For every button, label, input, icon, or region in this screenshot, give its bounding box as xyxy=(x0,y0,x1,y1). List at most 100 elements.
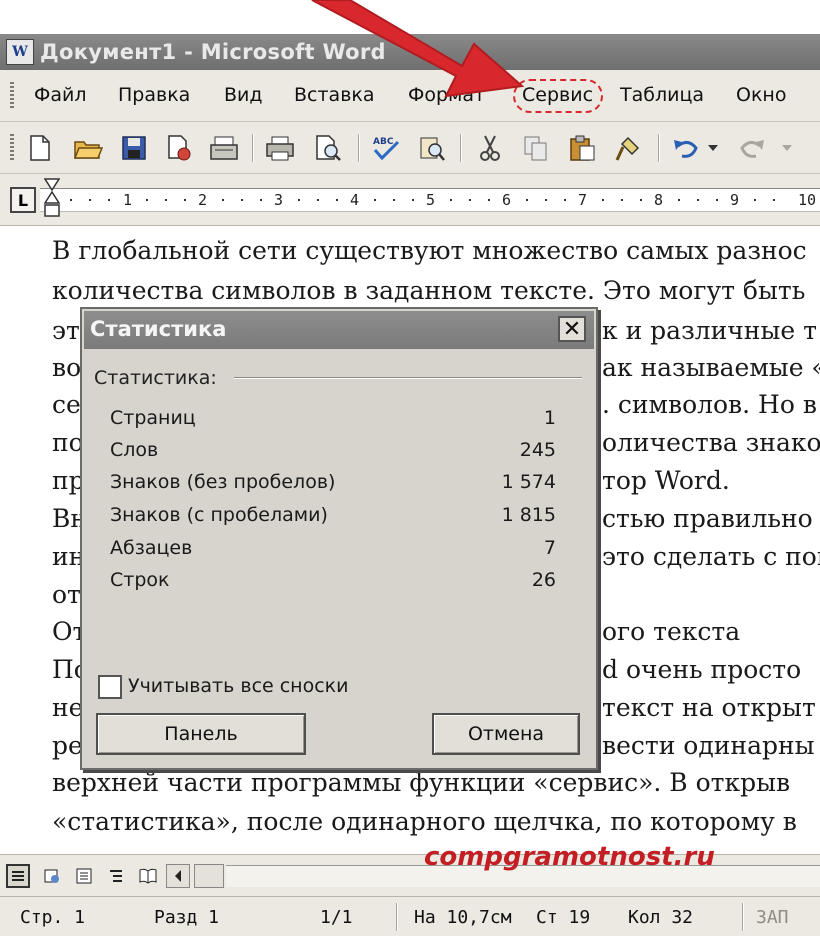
spelling-icon[interactable]: ABC xyxy=(370,132,402,164)
redo-icon[interactable] xyxy=(736,132,768,164)
menu-format[interactable]: Формат xyxy=(408,84,485,106)
stat-label: Знаков (без пробелов) xyxy=(110,471,336,493)
statistics-dialog: Статистика ✕ Статистика: Страниц 1 Слов … xyxy=(80,307,598,770)
toolbar-separator xyxy=(658,134,660,162)
dialog-title: Статистика xyxy=(90,317,227,341)
stat-label: Абзацев xyxy=(110,537,193,559)
ruler-number: 7 xyxy=(578,191,588,209)
panel-button[interactable]: Панель xyxy=(96,713,306,755)
status-section: Разд 1 xyxy=(154,907,220,928)
document-line: от xyxy=(52,580,81,609)
document-line-fragment: это сделать с пом xyxy=(602,542,820,571)
ruler-strip: 1 2 3 4 5 6 7 8 9 10 xyxy=(40,188,820,212)
standard-toolbar: ABC xyxy=(0,122,820,174)
cancel-button[interactable]: Отмена xyxy=(432,713,580,755)
print-layout-view-icon[interactable] xyxy=(72,864,96,888)
menu-tools[interactable]: Сервис xyxy=(522,84,593,106)
dialog-title-bar[interactable]: Статистика ✕ xyxy=(84,311,594,349)
stat-row-words: Слов 245 xyxy=(110,439,556,469)
save-icon[interactable] xyxy=(118,132,150,164)
ruler-number: 10 xyxy=(798,191,817,209)
document-line: се xyxy=(52,390,81,419)
copy-icon[interactable] xyxy=(520,132,552,164)
ruler-number: 8 xyxy=(654,191,664,209)
status-position: На 10,7см xyxy=(414,907,512,928)
horizontal-scroll-thumb[interactable] xyxy=(194,864,224,888)
menu-window[interactable]: Окно xyxy=(736,84,786,106)
toolbar-separator xyxy=(252,134,254,162)
status-column: Кол 32 xyxy=(628,907,694,928)
normal-view-icon[interactable] xyxy=(6,864,30,888)
document-line-fragment: ак называемые « xyxy=(602,353,820,382)
reading-layout-view-icon[interactable] xyxy=(136,864,160,888)
paste-icon[interactable] xyxy=(566,132,598,164)
document-line-fragment: d очень просто xyxy=(602,655,802,684)
print-preview-icon[interactable] xyxy=(312,132,344,164)
document-line: В глобальной сети существуют множество с… xyxy=(52,236,807,265)
email-icon[interactable] xyxy=(208,132,240,164)
menu-grip-handle[interactable] xyxy=(10,82,14,108)
new-document-icon[interactable] xyxy=(24,132,56,164)
ruler-number: 3 xyxy=(274,191,284,209)
menu-view[interactable]: Вид xyxy=(224,84,263,106)
document-line-fragment: вести одинарны xyxy=(602,731,815,760)
document-line: эт xyxy=(52,316,80,345)
stat-row-lines: Строк 26 xyxy=(110,569,556,599)
title-bar: W Документ1 - Microsoft Word xyxy=(0,34,820,70)
tab-stop-selector[interactable]: L xyxy=(10,187,36,213)
status-page-of: 1/1 xyxy=(320,907,353,928)
document-line-fragment: ого текста xyxy=(602,617,741,646)
stat-row-paragraphs: Абзацев 7 xyxy=(110,537,556,567)
top-strip xyxy=(0,0,820,34)
status-separator xyxy=(396,903,398,931)
menu-insert[interactable]: Вставка xyxy=(294,84,375,106)
menu-edit[interactable]: Правка xyxy=(118,84,190,106)
ruler-number: 6 xyxy=(502,191,512,209)
indent-marker[interactable] xyxy=(44,178,60,218)
format-painter-icon[interactable] xyxy=(612,132,644,164)
toolbar-grip-handle[interactable] xyxy=(10,134,14,162)
document-line: верхней части программы функции «сервис»… xyxy=(52,768,791,797)
web-layout-view-icon[interactable] xyxy=(40,864,64,888)
cut-icon[interactable] xyxy=(474,132,506,164)
menu-table[interactable]: Таблица xyxy=(620,84,704,106)
menu-bar: Файл Правка Вид Вставка Формат Сервис Та… xyxy=(0,70,820,122)
document-line: «статистика», после одинарного щелчка, п… xyxy=(52,807,797,836)
undo-icon[interactable] xyxy=(670,132,702,164)
status-bar: Стр. 1 Разд 1 1/1 На 10,7см Ст 19 Кол 32… xyxy=(0,896,820,936)
scroll-left-icon[interactable] xyxy=(166,864,190,888)
stat-row-chars-with-spaces: Знаков (с пробелами) 1 815 xyxy=(110,504,556,534)
stat-label: Знаков (с пробелами) xyxy=(110,504,328,526)
ruler-number: 1 xyxy=(123,191,133,209)
stat-value: 1 xyxy=(543,407,556,429)
status-page: Стр. 1 xyxy=(20,907,86,928)
research-icon[interactable] xyxy=(416,132,448,164)
undo-dropdown-icon[interactable] xyxy=(704,132,722,164)
include-footnotes-label[interactable]: Учитывать все сноски xyxy=(128,675,349,697)
stat-row-chars-no-spaces: Знаков (без пробелов) 1 574 xyxy=(110,471,556,501)
document-line: количества символов в заданном тексте. Э… xyxy=(52,276,806,305)
stat-row-pages: Страниц 1 xyxy=(110,407,556,437)
svg-text:ABC: ABC xyxy=(373,137,394,147)
outline-view-icon[interactable] xyxy=(104,864,128,888)
document-line: по xyxy=(52,428,84,457)
document-line-fragment: к и различные т xyxy=(602,316,817,345)
redo-dropdown-icon[interactable] xyxy=(778,132,796,164)
include-footnotes-checkbox[interactable] xyxy=(98,675,122,699)
window-title: Документ1 - Microsoft Word xyxy=(40,40,386,64)
menu-file[interactable]: Файл xyxy=(34,84,87,106)
status-rec[interactable]: ЗАП xyxy=(756,907,789,928)
close-icon[interactable]: ✕ xyxy=(558,316,586,342)
document-line-fragment: оличества знако xyxy=(602,428,820,457)
permission-icon[interactable] xyxy=(162,132,194,164)
document-line-fragment: текст на открыт xyxy=(602,693,816,722)
status-line: Ст 19 xyxy=(536,907,591,928)
horizontal-ruler: L 1 2 3 4 5 6 7 8 9 10 xyxy=(0,174,820,226)
stat-value: 26 xyxy=(531,569,556,591)
stat-label: Строк xyxy=(110,569,170,591)
document-line: ре xyxy=(52,731,83,760)
document-line-fragment: стью правильно xyxy=(602,504,813,533)
toolbar-separator xyxy=(358,134,360,162)
open-folder-icon[interactable] xyxy=(72,132,104,164)
print-icon[interactable] xyxy=(264,132,296,164)
